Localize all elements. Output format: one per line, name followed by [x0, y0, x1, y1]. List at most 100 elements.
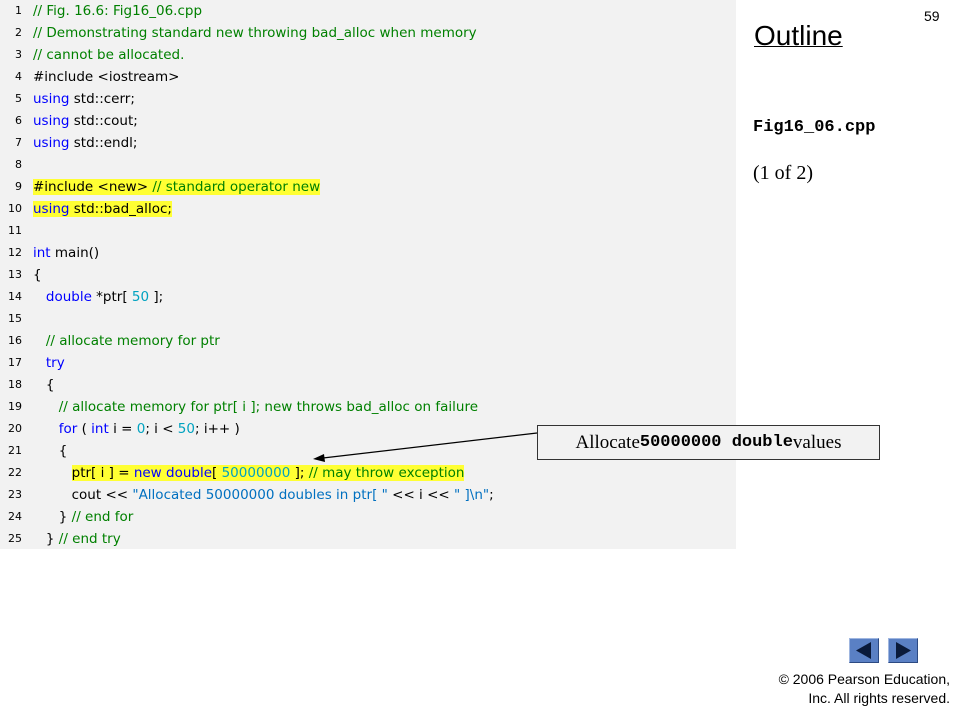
triangle-right-icon [896, 642, 911, 659]
code-token: // end try [58, 531, 121, 547]
callout-suffix: values [792, 431, 842, 453]
code-text: } // end try [33, 528, 121, 550]
code-text: using std::cerr; [33, 88, 135, 110]
callout-box: Allocate 50000000 double values [537, 425, 880, 460]
code-token: cout << [33, 487, 133, 503]
triangle-left-icon [856, 642, 871, 659]
line-number: 4 [15, 70, 22, 83]
code-token: << i << [387, 487, 455, 503]
code-line: 25 } // end try [0, 528, 736, 550]
code-text: double *ptr[ 50 ]; [33, 286, 163, 308]
line-number: 7 [15, 136, 22, 149]
code-token: double [45, 289, 92, 305]
code-token: #include <new> [33, 179, 153, 195]
line-number: 12 [8, 246, 22, 259]
highlighted-code: using std::bad_alloc; [33, 201, 172, 217]
code-token: ptr[ i ] = [71, 465, 134, 481]
code-line: 5 using std::cerr; [0, 88, 736, 110]
code-text: using std::cout; [33, 110, 138, 132]
code-text: // allocate memory for ptr[ i ]; new thr… [33, 396, 478, 418]
copyright-line-2: Inc. All rights reserved. [808, 690, 950, 706]
code-token: using [33, 201, 70, 217]
line-number: 16 [8, 334, 22, 347]
code-text: using std::bad_alloc; [33, 198, 172, 220]
code-token: } [33, 509, 72, 525]
line-number: 20 [8, 422, 22, 435]
line-number: 17 [8, 356, 22, 369]
code-token: try [45, 355, 65, 371]
file-name: Fig16_06.cpp [753, 118, 876, 137]
line-number: 18 [8, 378, 22, 391]
code-listing: 1 // Fig. 16.6: Fig16_06.cpp 2 // Demonstra… [0, 0, 736, 549]
next-slide-button[interactable] [888, 638, 918, 663]
code-line: 1 // Fig. 16.6: Fig16_06.cpp [0, 0, 736, 22]
code-line: 14 double *ptr[ 50 ]; [0, 286, 736, 308]
code-line: 22 ptr[ i ] = new double[ 50000000 ]; //… [0, 462, 736, 484]
code-token: using [33, 91, 70, 107]
code-token: int [91, 421, 109, 437]
code-token: // Fig. 16.6: Fig16_06.cpp [33, 3, 203, 19]
code-line: 15 [0, 308, 736, 330]
code-token: ]; [149, 289, 164, 305]
code-token: ; [489, 487, 494, 503]
code-line: 19 // allocate memory for ptr[ i ]; new … [0, 396, 736, 418]
line-number: 6 [15, 114, 22, 127]
code-text: // cannot be allocated. [33, 44, 184, 66]
outline-title[interactable]: Outline [754, 20, 843, 52]
code-line: 9 #include <new> // standard operator new [0, 176, 736, 198]
page-indicator: (1 of 2) [753, 162, 813, 184]
line-number: 14 [8, 290, 22, 303]
line-number: 9 [15, 180, 22, 193]
line-number: 25 [8, 532, 22, 545]
code-token: ; i < [145, 421, 178, 437]
code-token: using [33, 113, 70, 129]
highlighted-code: ptr[ i ] = new double[ 50000000 ]; // ma… [71, 465, 465, 481]
code-text: // allocate memory for ptr [33, 330, 220, 352]
code-text: #include <new> // standard operator new [33, 176, 321, 198]
line-number: 24 [8, 510, 22, 523]
line-number: 5 [15, 92, 22, 105]
copyright-notice: © 2006 Pearson Education, Inc. All right… [779, 670, 950, 708]
code-token: // may throw exception [308, 465, 465, 481]
line-number: 2 [15, 26, 22, 39]
code-text: int main() [33, 242, 99, 264]
code-token: std::cerr; [69, 91, 135, 107]
code-token: // allocate memory for ptr[ i ]; new thr… [58, 399, 479, 415]
code-token: main() [50, 245, 100, 261]
code-token: { [33, 443, 68, 459]
code-text: } // end for [33, 506, 134, 528]
code-token: // allocate memory for ptr [45, 333, 220, 349]
line-number: 11 [8, 224, 22, 237]
code-token: std::cout; [69, 113, 138, 129]
code-token: for [58, 421, 78, 437]
code-token: 50 [131, 289, 150, 305]
highlighted-code: #include <new> // standard operator new [33, 179, 321, 195]
code-token: 50 [177, 421, 195, 437]
code-text: // Demonstrating standard new throwing b… [33, 22, 477, 44]
line-number: 23 [8, 488, 22, 501]
line-number: 3 [15, 48, 22, 61]
code-token: ]; [290, 465, 309, 481]
code-token: 50000000 [221, 465, 291, 481]
code-text: cout << "Allocated 50000000 doubles in p… [33, 484, 494, 506]
previous-slide-button[interactable] [849, 638, 879, 663]
code-token: // standard operator new [152, 179, 321, 195]
code-line: 17 try [0, 352, 736, 374]
code-token: std::endl; [69, 135, 138, 151]
code-line: 7 using std::endl; [0, 132, 736, 154]
code-line: 6 using std::cout; [0, 110, 736, 132]
code-text: for ( int i = 0; i < 50; i++ ) [33, 418, 240, 440]
code-token: { [33, 377, 55, 393]
code-line: 3 // cannot be allocated. [0, 44, 736, 66]
code-token: // cannot be allocated. [33, 47, 185, 63]
code-line: 4 #include <iostream> [0, 66, 736, 88]
code-line: 11 [0, 220, 736, 242]
line-number: 13 [8, 268, 22, 281]
code-line: 2 // Demonstrating standard new throwing … [0, 22, 736, 44]
code-token: double [166, 465, 213, 481]
